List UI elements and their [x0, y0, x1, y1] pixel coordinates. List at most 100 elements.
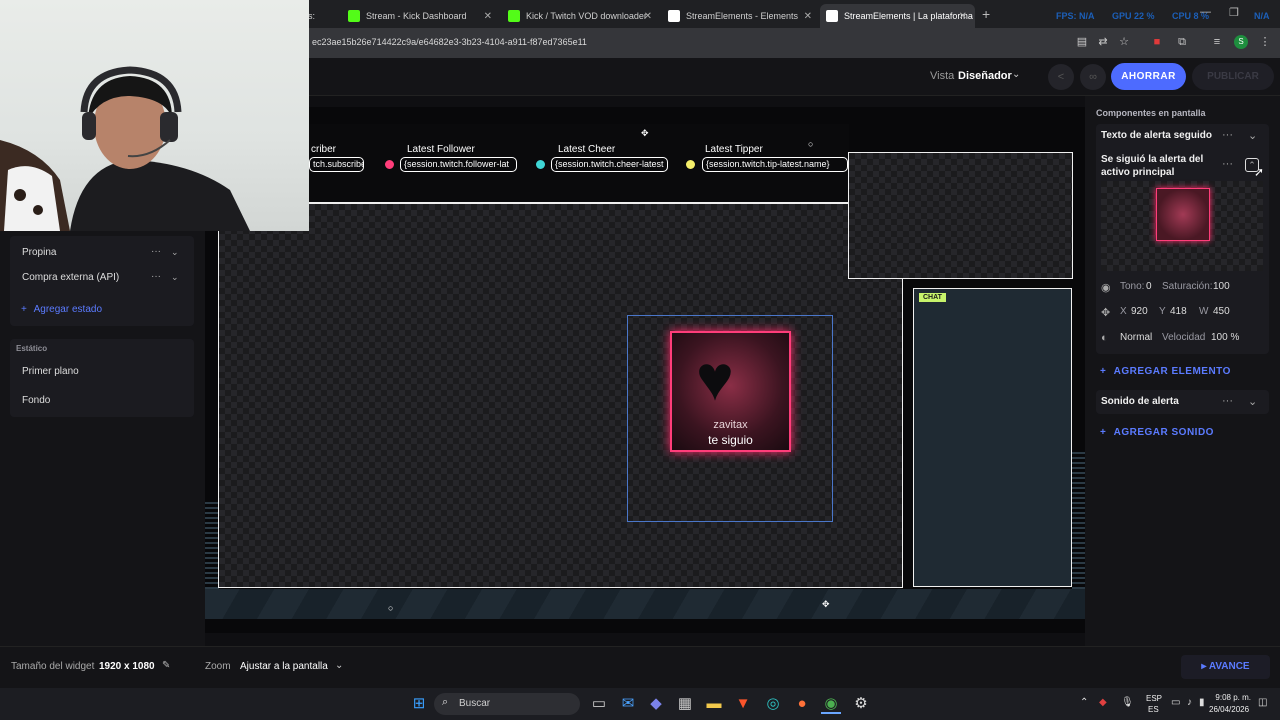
static-item-background[interactable]: Fondo — [22, 395, 50, 406]
share-icon[interactable]: < — [1048, 64, 1074, 90]
media-icon[interactable]: ≡ — [1210, 35, 1224, 49]
bookmark-star-icon[interactable]: ☆ — [1117, 35, 1131, 49]
x-value[interactable]: 920 — [1131, 306, 1148, 317]
more-icon[interactable]: ··· — [1222, 129, 1233, 141]
windows-start-icon[interactable]: ⊞ — [409, 694, 429, 714]
close-icon[interactable]: ✕ — [959, 11, 967, 22]
more-icon[interactable]: ··· — [1222, 395, 1233, 407]
edge-texture — [205, 500, 219, 589]
translate-icon[interactable]: ⇄ — [1096, 35, 1110, 49]
brave-icon[interactable]: ▼ — [733, 694, 753, 714]
extensions-puzzle-icon[interactable]: ⧉ — [1175, 35, 1189, 49]
chevron-down-icon[interactable]: ⌄ — [171, 247, 179, 258]
w-value[interactable]: 450 — [1213, 306, 1230, 317]
more-icon[interactable]: ··· — [1222, 158, 1233, 170]
hue-value[interactable]: 0 — [1146, 281, 1152, 292]
resize-handle-icon[interactable]: ○ — [388, 603, 393, 613]
task-view-icon[interactable]: ▭ — [589, 694, 609, 714]
edge-icon[interactable]: ◎ — [763, 694, 783, 714]
tab-streamelements-active[interactable]: StreamElements | La plataforma ✕ — [820, 4, 975, 28]
mail-icon[interactable]: ✉ — [618, 694, 638, 714]
plus-icon: + — [1100, 366, 1110, 377]
restore-icon[interactable]: ❐ — [1229, 6, 1239, 19]
label-tipper-value[interactable]: {session.twitch.tip-latest.name} — [702, 157, 848, 172]
view-select[interactable]: Diseñador — [958, 70, 1012, 82]
language-indicator[interactable]: ESP — [1146, 694, 1162, 703]
chevron-down-icon[interactable]: ⌄ — [1248, 395, 1257, 408]
menu-kebab-icon[interactable]: ⋮ — [1258, 35, 1272, 49]
extension-icon[interactable]: ■ — [1150, 35, 1164, 49]
add-element-button[interactable]: + AGREGAR ELEMENTO — [1100, 366, 1231, 377]
network-icon[interactable]: ▭ — [1171, 697, 1180, 708]
tab-kick-dashboard[interactable]: Stream - Kick Dashboard ✕ — [342, 4, 500, 28]
static-item-foreground[interactable]: Primer plano — [22, 366, 79, 377]
chrome-icon[interactable]: ◉ — [821, 694, 841, 714]
settings-gear-icon[interactable]: ⚙ — [851, 694, 871, 714]
plus-icon: + — [21, 304, 30, 315]
chevron-down-icon[interactable]: ⌄ — [1248, 129, 1257, 142]
close-icon[interactable]: ✕ — [804, 11, 812, 22]
camera-frame[interactable] — [848, 152, 1073, 279]
advanced-button[interactable]: ▸ AVANCE — [1181, 655, 1270, 679]
widget-size-value[interactable]: 1920 x 1080 — [99, 661, 155, 672]
tab-search-icon[interactable]: ▤ — [1075, 35, 1089, 49]
label-cheer-title: Latest Cheer — [558, 144, 616, 155]
x-label: X — [1120, 306, 1127, 317]
url-field[interactable]: ec23ae15b26e714422c9a/e64682e3-3b23-4104… — [312, 37, 587, 47]
keyboard-layout-indicator[interactable]: ES — [1148, 705, 1159, 714]
saturation-value[interactable]: 100 — [1213, 281, 1230, 292]
chevron-down-icon[interactable]: ⌄ — [1012, 69, 1020, 80]
add-sound-button[interactable]: + AGREGAR SONIDO — [1100, 427, 1214, 438]
tray-app-icon[interactable]: ◆ — [1099, 697, 1107, 708]
file-explorer-icon[interactable]: ▬ — [704, 694, 724, 714]
volume-icon[interactable]: ♪ — [1187, 697, 1192, 708]
speed-value[interactable]: 100 % — [1211, 332, 1239, 343]
tab-vod-downloader[interactable]: Kick / Twitch VOD downloader ✕ — [502, 4, 660, 28]
firefox-icon[interactable]: ● — [792, 694, 812, 714]
microphone-icon[interactable]: 🎙 — [1121, 697, 1134, 708]
state-item-external-purchase[interactable]: Compra externa (API) — [22, 272, 119, 283]
new-tab-button[interactable]: + — [982, 6, 990, 22]
taskbar-search[interactable] — [434, 693, 580, 715]
publish-button[interactable]: PUBLICAR — [1192, 63, 1274, 90]
tab-streamelements-elements[interactable]: StreamElements - Elements ✕ — [662, 4, 820, 28]
tab-label: StreamElements - Elements — [686, 11, 799, 21]
zoom-select[interactable]: Ajustar a la pantalla — [240, 661, 328, 672]
y-value[interactable]: 418 — [1170, 306, 1187, 317]
close-icon[interactable]: ✕ — [644, 11, 652, 22]
profile-avatar-icon[interactable]: S — [1234, 35, 1248, 49]
battery-icon[interactable]: ▮ — [1199, 697, 1205, 708]
follow-alert-text-section[interactable]: Texto de alerta seguido — [1101, 130, 1212, 141]
preview-thumbnail[interactable] — [1156, 188, 1210, 241]
label-follower-value[interactable]: {session.twitch.follower-lat — [400, 157, 517, 172]
more-icon[interactable]: ··· — [151, 246, 161, 257]
chevron-up-icon[interactable]: ⌃ — [1080, 697, 1088, 708]
label-cheer-value[interactable]: {session.twitch.cheer-latest — [551, 157, 668, 172]
state-item-tip[interactable]: Propina — [22, 247, 56, 258]
clock-date[interactable]: 26/04/2026 — [1209, 705, 1249, 714]
chevron-down-icon[interactable]: ⌄ — [171, 272, 179, 283]
coin-icon — [686, 160, 695, 169]
blend-mode[interactable]: Normal — [1120, 332, 1152, 343]
chevron-down-icon[interactable]: ⌄ — [335, 660, 343, 671]
alert-sound-section[interactable]: Sonido de alerta — [1101, 396, 1179, 407]
move-handle-icon[interactable]: ✥ — [822, 599, 830, 610]
close-icon[interactable]: ✕ — [484, 11, 492, 22]
add-sound-label: AGREGAR SONIDO — [1113, 427, 1214, 438]
chat-widget[interactable] — [913, 288, 1072, 587]
save-button[interactable]: AHORRAR — [1111, 63, 1186, 90]
teams-icon[interactable]: ◆ — [646, 694, 666, 714]
minimize-icon[interactable]: — — [1200, 6, 1211, 18]
move-handle-icon[interactable]: ✥ — [641, 128, 649, 139]
store-icon[interactable]: ▦ — [675, 694, 695, 714]
add-state-button[interactable]: + Agregar estado — [21, 304, 102, 315]
clock-time[interactable]: 9:08 p. m. — [1213, 693, 1251, 702]
link-icon[interactable]: ∞ — [1080, 64, 1106, 90]
label-subscriber-value[interactable]: tch.subscriber-la — [309, 157, 364, 172]
resize-handle-icon[interactable]: ○ — [808, 139, 813, 149]
more-icon[interactable]: ··· — [151, 271, 161, 282]
pencil-icon[interactable]: ✎ — [162, 660, 170, 671]
notification-icon[interactable]: ◫ — [1258, 697, 1267, 708]
tab-label: Kick / Twitch VOD downloader — [526, 11, 647, 21]
alert-username: zavitax — [713, 419, 748, 431]
